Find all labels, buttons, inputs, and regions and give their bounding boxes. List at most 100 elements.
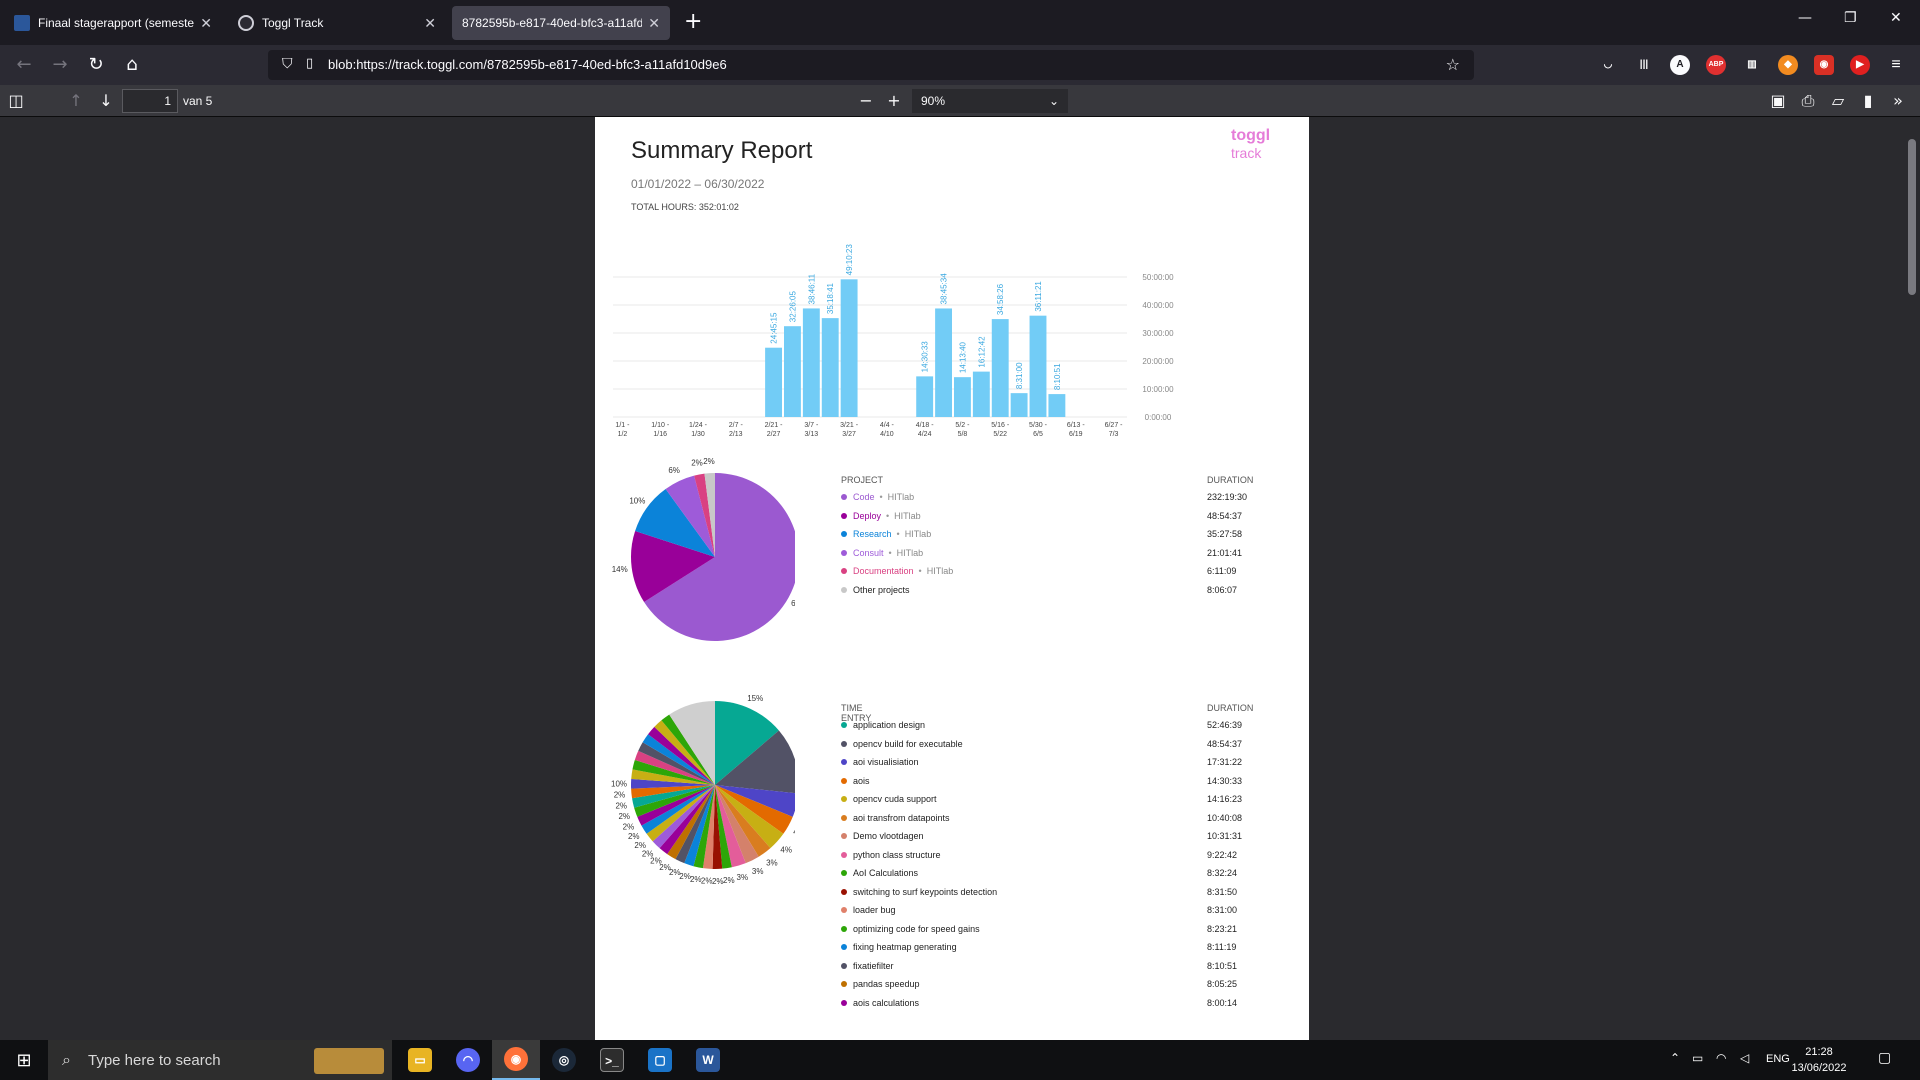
restore-icon[interactable]: ❐ [1844,10,1857,26]
close-icon[interactable]: ✕ [200,15,212,32]
sidebar-toggle-icon[interactable]: ◫ [6,91,26,111]
search-highlight-image [314,1048,384,1074]
scrollbar-thumb[interactable] [1908,139,1916,295]
time-entry-name: opencv cuda support [853,794,937,804]
tab-toggl[interactable]: Toggl Track ✕ [228,6,446,40]
time-entry-legend-row[interactable]: aois [841,774,870,788]
tab-stagerapport[interactable]: Finaal stagerapport (semester 6) ✕ [4,6,222,40]
notifications-icon[interactable]: ▢ [1878,1050,1891,1066]
project-client: HITlab [904,529,932,539]
forward-icon[interactable]: → [48,53,72,77]
chevron-up-icon[interactable]: ⌃ [1670,1051,1680,1065]
project-legend-row[interactable]: Consult • HITlab [841,546,923,560]
time-entry-legend-row[interactable]: opencv build for executable [841,737,963,751]
taskbar-discord[interactable]: ◠ [444,1040,492,1080]
youtube-icon[interactable]: ▶ [1850,55,1870,75]
volume-icon[interactable]: ◁ [1740,1051,1749,1065]
project-legend-row[interactable]: Other projects [841,583,910,597]
close-window-icon[interactable]: ✕ [1890,10,1902,26]
wifi-icon[interactable]: ◠ [1716,1051,1726,1065]
save-icon[interactable]: ▱ [1828,91,1848,111]
time-entry-legend-row[interactable]: aoi visualisiation [841,755,919,769]
start-button[interactable]: ⊞ [0,1040,48,1080]
time-entry-legend-row[interactable]: fixatiefilter [841,959,894,973]
close-icon[interactable]: ✕ [424,15,436,32]
project-legend-row[interactable]: Documentation • HITlab [841,564,953,578]
scrollbar[interactable] [1904,117,1920,1040]
bar [765,347,782,417]
previous-page-icon[interactable]: ↑ [66,91,86,111]
time-entry-legend-row[interactable]: optimizing code for speed gains [841,922,980,936]
extension-bars-icon[interactable]: ▥ [1742,55,1762,75]
adblock-icon[interactable]: ABP [1706,55,1726,75]
home-icon[interactable]: ⌂ [120,53,144,77]
legend-dot-icon [841,925,847,932]
taskbar-word[interactable]: W [684,1040,732,1080]
next-page-icon[interactable]: ↓ [96,91,116,111]
url-bar[interactable]: ⛉ ▯ blob:https://track.toggl.com/8782595… [268,50,1474,80]
taskbar-steam[interactable]: ◎ [540,1040,588,1080]
x-tick-label: 3/13 [805,431,819,438]
taskbar-terminal[interactable]: >_ [588,1040,636,1080]
shield-icon[interactable]: ⛉ [282,56,293,72]
time-entry-legend-row[interactable]: AoI Calculations [841,866,918,880]
presentation-icon[interactable]: ▣ [1768,91,1788,111]
time-entry-legend-row[interactable]: loader bug [841,903,896,917]
taskbar-file-explorer[interactable]: ▭ [396,1040,444,1080]
tools-expand-icon[interactable]: » [1888,91,1908,111]
bar-data-label: 35:18:41 [826,282,835,314]
legend-dot-icon [841,999,847,1006]
time-entry-legend-row[interactable]: opencv cuda support [841,792,937,806]
minimize-icon[interactable]: — [1798,10,1812,26]
steam-icon: ◎ [552,1048,576,1072]
time-entry-legend-row[interactable]: switching to surf keypoints detection [841,885,997,899]
time-entry-legend-row[interactable]: fixing heatmap generating [841,940,957,954]
time-entry-legend-row[interactable]: aoi transfrom datapoints [841,811,950,825]
time-entry-legend-row[interactable]: Demo vlootdagen [841,829,924,843]
back-icon[interactable]: ← [12,53,36,77]
pocket-icon[interactable]: ◡ [1598,55,1618,75]
library-icon[interactable]: ||| [1634,55,1654,75]
page-number-input[interactable]: 1 [122,89,178,113]
zoom-in-icon[interactable]: + [884,91,904,111]
pdf-toolbar: ◫ ↑ ↓ 1 van 5 − + 90% ⌄ ▣ ⎙ ▱ ▮ » [0,85,1920,117]
menu-icon[interactable]: ≡ [1886,55,1906,75]
print-icon[interactable]: ⎙ [1798,91,1818,111]
taskbar-virtualbox[interactable]: ▢ [636,1040,684,1080]
x-tick-label: 5/2 - [955,422,970,429]
zoom-select[interactable]: 90% ⌄ [912,89,1068,113]
project-duration: 8:06:07 [1207,584,1238,595]
bookmark-star-icon[interactable]: ☆ [1446,55,1460,74]
separator-dot: • [918,566,922,576]
metamask-icon[interactable]: ◆ [1778,55,1798,75]
taskbar-firefox[interactable]: ◉ [492,1040,540,1080]
time-entry-legend-row[interactable]: aois calculations [841,996,919,1010]
tab-pdf-blob[interactable]: 8782595b-e817-40ed-bfc3-a11afd10d9e6 ✕ [452,6,670,40]
time-entry-legend-row[interactable]: application design [841,718,925,732]
legend-dot-icon [841,740,847,747]
close-icon[interactable]: ✕ [648,15,660,32]
display-icon[interactable]: ▭ [1692,1051,1703,1065]
taskbar-search[interactable]: ⌕ Type here to search [48,1040,392,1080]
time-entry-duration: 8:31:00 [1207,905,1238,915]
project-legend-row[interactable]: Code • HITlab [841,490,914,504]
taskbar: ⊞ ⌕ Type here to search ▭ ◠ ◉ ◎ >_ ▢ W ⌃… [0,1040,1920,1080]
time-entry-name: python class structure [853,849,941,860]
zoom-out-icon[interactable]: − [856,91,876,111]
reload-icon[interactable]: ↻ [84,53,108,77]
clock[interactable]: 21:28 13/06/2022 [1784,1044,1854,1076]
account-icon[interactable]: A [1670,55,1690,75]
screenshot-icon[interactable]: ◉ [1814,55,1834,75]
time-entry-legend-row[interactable]: pandas speedup [841,977,920,991]
x-tick-label: 1/2 [618,431,628,438]
legend-dot-icon [841,888,847,895]
project-legend-row[interactable]: Research • HITlab [841,527,931,541]
time-entry-legend-row[interactable]: python class structure [841,848,941,862]
project-legend-row[interactable]: Deploy • HITlab [841,509,921,523]
new-tab-icon[interactable]: + [684,10,702,34]
report-date-range: 01/01/2022 – 06/30/2022 [631,177,765,191]
bookmark-icon[interactable]: ▮ [1858,91,1878,111]
y-tick-label: 10:00:00 [1142,385,1174,394]
time-entry-name: fixatiefilter [853,960,894,971]
legend-dot-icon [841,759,847,765]
